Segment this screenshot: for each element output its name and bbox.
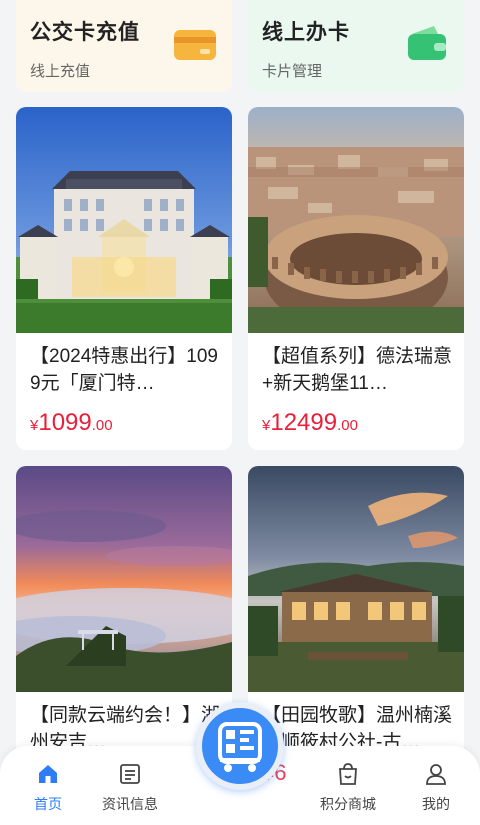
news-icon xyxy=(120,764,140,784)
tab-mine[interactable]: 我的 xyxy=(388,746,480,825)
tab-points-mall[interactable]: 积分商城 xyxy=(300,746,396,825)
price-decimal: .00 xyxy=(337,417,358,434)
palace-hotel-photo xyxy=(16,107,232,333)
tab-label: 资讯信息 xyxy=(102,796,158,812)
online-card-apply-card[interactable]: 线上办卡 卡片管理 xyxy=(248,0,464,92)
shortcut-cards: 公交卡充值 线上充值 线上办卡 卡片管理 xyxy=(16,0,464,92)
product-title: 【超值系列】德法瑞意+新天鹅堡11… xyxy=(262,346,453,394)
sunset-sea-of-clouds-photo xyxy=(16,466,232,692)
tab-news[interactable]: 资讯信息 xyxy=(82,746,178,825)
product-title: 【2024特惠出行】1099元「厦门特… xyxy=(30,346,218,394)
product-price: ¥12499.00 xyxy=(248,409,464,437)
wallet-icon xyxy=(408,26,446,60)
product-card[interactable]: 【超值系列】德法瑞意+新天鹅堡11… ¥12499.00 xyxy=(248,107,464,450)
countryside-villa-photo xyxy=(248,466,464,692)
bus-code-button[interactable] xyxy=(196,702,284,790)
price-decimal: .00 xyxy=(91,417,113,434)
price-integer: 12499 xyxy=(270,409,338,436)
shopping-bag-icon xyxy=(339,763,357,785)
home-icon xyxy=(39,765,57,783)
card-icon xyxy=(174,30,216,60)
colosseum-photo xyxy=(248,107,464,333)
price-integer: 1099 xyxy=(38,409,92,436)
tab-label: 我的 xyxy=(422,796,450,812)
product-price: ¥1099.00 xyxy=(16,409,232,437)
bus-card-recharge-card[interactable]: 公交卡充值 线上充值 xyxy=(16,0,232,92)
user-icon xyxy=(426,764,446,785)
tab-label: 积分商城 xyxy=(320,796,376,812)
bus-code-icon xyxy=(218,722,262,772)
product-card[interactable]: 【2024特惠出行】1099元「厦门特… ¥1099.00 xyxy=(16,107,232,450)
